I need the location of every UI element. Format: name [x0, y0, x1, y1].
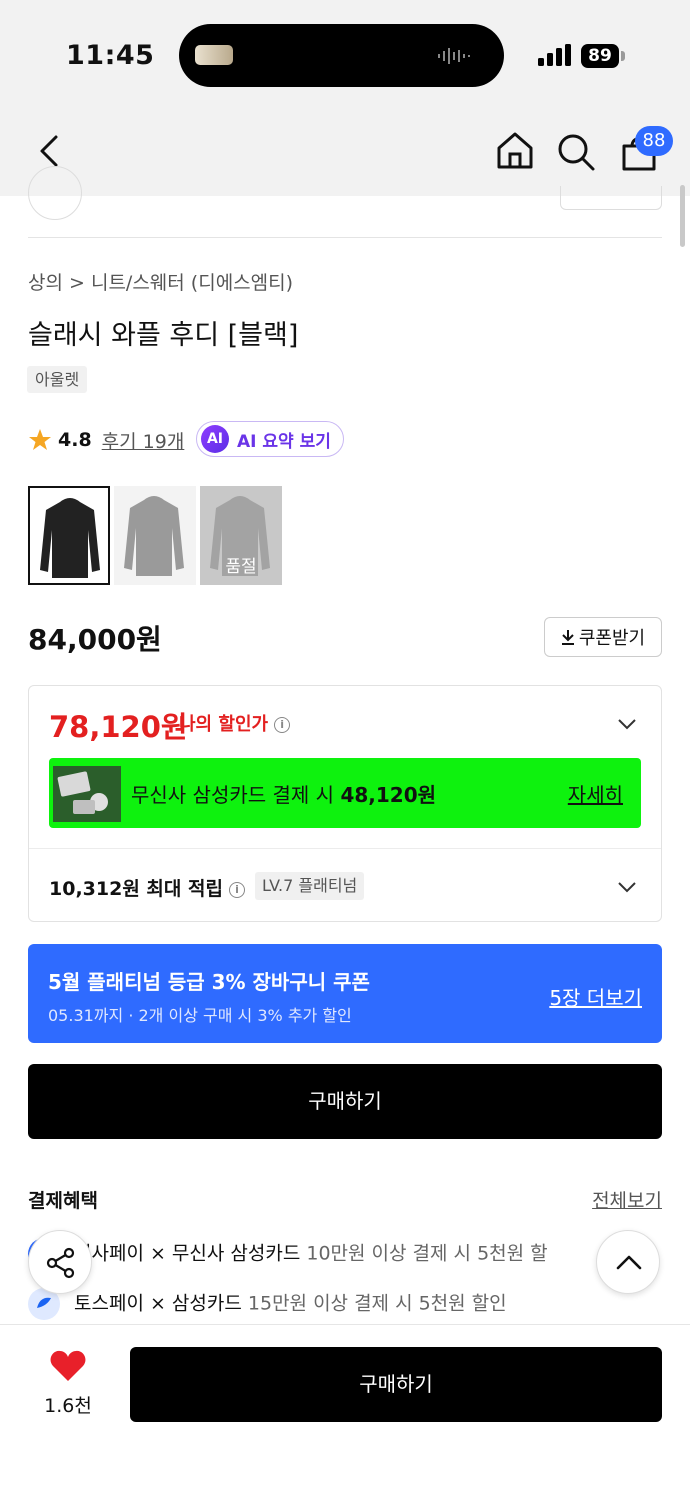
divider	[28, 237, 662, 238]
cart-badge: 88	[635, 126, 673, 156]
benefit-detail: 10만원 이상 결제 시 5천원 할	[306, 1242, 548, 1265]
share-button[interactable]	[28, 1230, 92, 1294]
chevron-down-icon[interactable]	[617, 718, 637, 730]
bottom-buy-button[interactable]: 구매하기	[130, 1347, 662, 1422]
breadcrumb[interactable]: 상의 > 니트/스웨터 (디에스엠티)	[28, 268, 293, 295]
benefit-name: 신사페이 × 무신사 삼성카드	[74, 1242, 301, 1265]
ai-summary-button[interactable]: AI AI 요약 보기	[196, 421, 344, 457]
benefits-title: 결제혜택	[28, 1190, 98, 1212]
card-promo-banner[interactable]: 무신사 삼성카드 결제 시 48,120원 자세히	[49, 758, 641, 828]
media-thumbnail	[195, 45, 233, 65]
benefit-item[interactable]: 토스페이 × 삼성카드 15만원 이상 결제 시 5천원 할인	[28, 1288, 662, 1320]
home-icon[interactable]	[495, 130, 535, 170]
hoodie-black-image	[40, 498, 100, 578]
reviews-link[interactable]: 후기 19개	[102, 427, 185, 454]
benefit-name: 토스페이 × 삼성카드	[74, 1292, 242, 1315]
original-price: 84,000원	[28, 623, 162, 656]
color-swatch-soldout[interactable]: 품절	[200, 486, 282, 585]
level-badge: LV.7 플래티넘	[255, 872, 365, 900]
promo-subtitle: 05.31까지 · 2개 이상 구매 시 3% 추가 할인	[48, 1006, 352, 1025]
product-title: 슬래시 와플 후디 [블랙]	[28, 320, 299, 351]
points-text: 10,312원 최대 적립 i	[49, 874, 245, 901]
my-discount-price: 78,120원	[49, 710, 188, 744]
card-promo-image	[53, 766, 121, 822]
signal-icon	[538, 44, 571, 66]
dynamic-island	[179, 24, 504, 87]
points-value: 10,312원 최대 적립	[49, 878, 223, 900]
like-count: 1.6천	[44, 1395, 92, 1417]
share-icon	[46, 1247, 75, 1279]
chevron-down-icon[interactable]	[617, 881, 637, 893]
benefit-detail: 15만원 이상 결제 시 5천원 할인	[247, 1292, 507, 1315]
coupon-label: 쿠폰받기	[578, 628, 646, 649]
star-icon	[29, 429, 51, 450]
audio-wave-icon	[438, 48, 470, 64]
promo-title: 5월 플래티넘 등급 3% 장바구니 쿠폰	[48, 970, 370, 994]
scroll-top-button[interactable]	[596, 1230, 660, 1294]
outlet-tag: 아울렛	[27, 366, 88, 393]
platinum-coupon-banner[interactable]: 5월 플래티넘 등급 3% 장바구니 쿠폰 05.31까지 · 2개 이상 구매…	[28, 944, 662, 1043]
coupon-button[interactable]: 쿠폰받기	[544, 617, 662, 657]
follow-button[interactable]	[560, 186, 662, 210]
info-icon[interactable]: i	[274, 717, 291, 733]
buy-button[interactable]: 구매하기	[28, 1064, 662, 1139]
bottom-bar: 1.6천 구매하기	[0, 1324, 690, 1500]
my-price-label-text: 나의 할인가	[179, 714, 269, 735]
hoodie-gray-image	[124, 496, 184, 576]
brand-avatar[interactable]	[28, 166, 82, 220]
card-promo-price: 48,120원	[340, 783, 437, 807]
color-swatch-black[interactable]	[28, 486, 110, 585]
benefits-view-all[interactable]: 전체보기	[592, 1186, 662, 1213]
scrollbar[interactable]	[680, 185, 685, 247]
heart-icon[interactable]	[50, 1350, 86, 1382]
divider	[29, 848, 661, 849]
discount-box: 78,120원 나의 할인가 i 무신사 삼성카드 결제 시 48,120원 자세…	[28, 685, 662, 922]
battery-nub	[621, 51, 625, 61]
ai-icon: AI	[201, 425, 229, 453]
rating-value: 4.8	[58, 429, 92, 451]
promo-more-link[interactable]: 5장 더보기	[549, 982, 642, 1011]
back-icon[interactable]	[36, 134, 62, 168]
status-time: 11:45	[66, 40, 155, 71]
soldout-label: 품절	[225, 557, 257, 577]
card-promo-text: 무신사 삼성카드 결제 시 48,120원	[131, 779, 436, 808]
card-detail-link[interactable]: 자세히	[568, 779, 623, 808]
chevron-up-icon	[616, 1255, 642, 1270]
battery-icon: 89	[581, 44, 619, 68]
info-icon[interactable]: i	[228, 881, 245, 898]
status-bar: 11:45 89	[0, 0, 690, 110]
download-icon	[561, 630, 574, 645]
color-swatch-gray[interactable]	[114, 486, 196, 585]
search-icon[interactable]	[556, 132, 596, 172]
rating-row: 4.8 후기 19개	[28, 424, 184, 456]
ai-summary-label: AI 요약 보기	[237, 431, 331, 452]
my-price-label: 나의 할인가 i	[179, 710, 291, 736]
card-promo-label: 무신사 삼성카드 결제 시	[131, 783, 335, 807]
top-nav	[0, 110, 690, 196]
benefit-item[interactable]: 신사페이 × 무신사 삼성카드 10만원 이상 결제 시 5천원 할	[28, 1238, 662, 1270]
card-promo-graphic	[53, 766, 121, 822]
